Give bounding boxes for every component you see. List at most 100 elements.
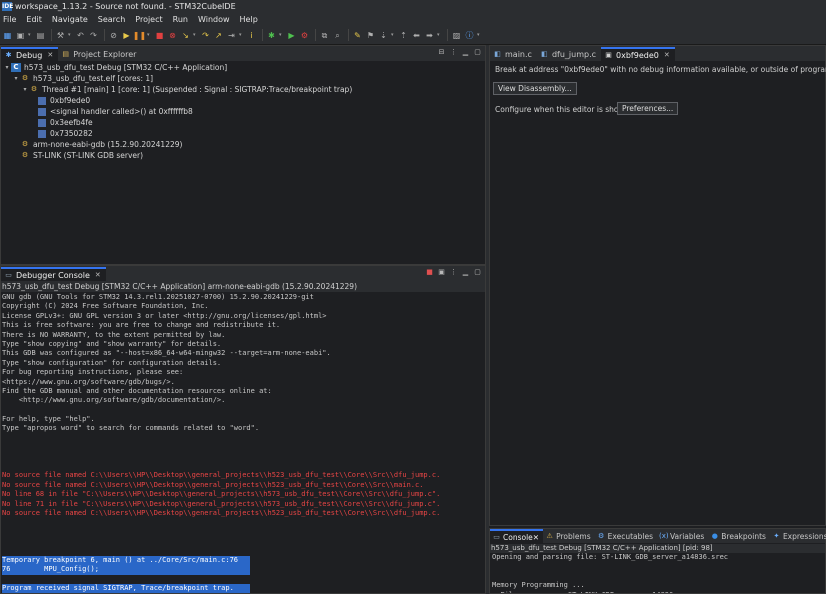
tab-breakpoints[interactable]: ● Breakpoints xyxy=(708,529,770,543)
back-icon[interactable]: ⬅ xyxy=(411,30,422,41)
tree-item[interactable]: ⚙ ST-LINK (ST-LINK GDB server) xyxy=(1,150,485,161)
view-menu-icon[interactable]: ⋮ xyxy=(449,48,458,57)
tab-editor-0xbf9ede0[interactable]: ▣ 0xbf9ede0 ✕ xyxy=(601,47,675,61)
run-icon[interactable]: ▶ xyxy=(286,30,297,41)
menu-navigate[interactable]: Navigate xyxy=(47,15,93,24)
new-icon[interactable]: ▦ xyxy=(2,30,13,41)
redo-icon[interactable]: ↷ xyxy=(88,30,99,41)
disconnect-icon[interactable]: ⊗ xyxy=(167,30,178,41)
close-icon[interactable]: ✕ xyxy=(533,533,539,542)
tree-item[interactable]: 0x3eefb4fe xyxy=(1,117,485,128)
menu-help[interactable]: Help xyxy=(235,15,263,24)
minimize-icon[interactable]: ▁ xyxy=(461,48,470,57)
tab-expressions[interactable]: ✦ Expressions xyxy=(770,529,826,543)
maximize-icon[interactable]: ▢ xyxy=(473,268,482,277)
debugger-console-tabbar: ▭ Debugger Console ✕ xyxy=(1,266,485,281)
tab-editor-main-c[interactable]: ◧ main.c xyxy=(490,47,537,61)
dropdown-arrow-icon[interactable]: ▾ xyxy=(68,32,73,38)
close-icon[interactable]: ✕ xyxy=(47,51,53,59)
dropdown-arrow-icon[interactable]: ▾ xyxy=(391,32,396,38)
external-tools-icon[interactable]: ⚙ xyxy=(299,30,310,41)
tab-editor-dfu-jump-c[interactable]: ◧ dfu_jump.c xyxy=(537,47,601,61)
undo-icon[interactable]: ↶ xyxy=(75,30,86,41)
source-not-found-message: Break at address "0xbf9ede0" with no deb… xyxy=(495,65,826,74)
terminate-icon[interactable]: ■ xyxy=(425,268,434,277)
tree-item-label: 0xbf9ede0 xyxy=(50,96,91,105)
step-return-icon[interactable]: ↗ xyxy=(213,30,224,41)
menu-window[interactable]: Window xyxy=(193,15,235,24)
maximize-icon[interactable]: ▢ xyxy=(473,48,482,57)
view-disassembly-button[interactable]: View Disassembly... xyxy=(493,82,577,95)
dropdown-arrow-icon[interactable]: ▾ xyxy=(193,32,198,38)
debug-view-tools: ⊟ ⋮ ▁ ▢ xyxy=(437,48,482,57)
save-icon[interactable]: ▣ xyxy=(15,30,26,41)
perspective-icon[interactable]: ▨ xyxy=(451,30,462,41)
debug-icon[interactable]: ✱ xyxy=(266,30,277,41)
save-all-icon[interactable]: ▤ xyxy=(35,30,46,41)
collapse-all-icon[interactable]: ⊟ xyxy=(437,48,446,57)
info-icon[interactable]: ⓘ xyxy=(464,30,475,41)
dropdown-arrow-icon[interactable]: ▾ xyxy=(437,32,442,38)
tab-console[interactable]: ▭ Console ✕ xyxy=(490,529,544,543)
dropdown-arrow-icon[interactable]: ▾ xyxy=(147,32,152,38)
close-icon[interactable]: ✕ xyxy=(664,51,670,59)
open-type-icon[interactable]: ⧉ xyxy=(319,30,330,41)
toolbar-separator xyxy=(262,29,263,41)
preferences-button[interactable]: Preferences... xyxy=(617,102,679,115)
tab-problems[interactable]: ⚠ Problems xyxy=(543,529,595,543)
expand-arrow-icon[interactable]: ▾ xyxy=(12,75,20,82)
menu-edit[interactable]: Edit xyxy=(21,15,47,24)
tab-project-explorer[interactable]: ▤ Project Explorer xyxy=(58,47,141,61)
expand-arrow-icon[interactable]: ▾ xyxy=(3,64,11,71)
dropdown-arrow-icon[interactable]: ▾ xyxy=(28,32,33,38)
dropdown-arrow-icon[interactable]: ▾ xyxy=(279,32,284,38)
tree-item[interactable]: ⚙ arm-none-eabi-gdb (15.2.90.20241229) xyxy=(1,139,485,150)
tab-debugger-console[interactable]: ▭ Debugger Console ✕ xyxy=(1,267,106,281)
console-line: Type "show copying" and "show warranty" … xyxy=(2,339,222,348)
tree-item[interactable]: 0xbf9ede0 xyxy=(1,95,485,106)
tab-variables[interactable]: (x) Variables xyxy=(657,529,708,543)
terminate-icon[interactable]: ■ xyxy=(154,30,165,41)
pen-icon[interactable]: ✎ xyxy=(352,30,363,41)
instruction-stepping-icon[interactable]: i xyxy=(246,30,257,41)
dropdown-arrow-icon[interactable]: ▾ xyxy=(239,32,244,38)
menu-run[interactable]: Run xyxy=(168,15,193,24)
tree-item[interactable]: 0x7350282 xyxy=(1,128,485,139)
console-line: 76 MPU_Config(); xyxy=(2,565,250,575)
console-line: No source file named C:\\Users\\HP\\Desk… xyxy=(2,480,424,489)
close-icon[interactable]: ✕ xyxy=(95,271,101,279)
minimize-icon[interactable]: ▁ xyxy=(461,268,470,277)
tree-item[interactable]: ▾ Ch573_usb_dfu_test Debug [STM32 C/C++ A… xyxy=(1,62,485,73)
c-file-icon: ◧ xyxy=(541,49,548,58)
drop-to-frame-icon[interactable]: ⇥ xyxy=(226,30,237,41)
step-into-icon[interactable]: ↘ xyxy=(180,30,191,41)
next-annotation-icon[interactable]: ⇣ xyxy=(378,30,389,41)
menu-project[interactable]: Project xyxy=(130,15,167,24)
debugger-console-output[interactable]: GNU gdb (GNU Tools for STM32 14.3.rel1.2… xyxy=(1,293,485,593)
suspend-icon[interactable]: ❚❚ xyxy=(133,30,146,41)
tree-item[interactable]: <signal handler called>() at 0xffffffb8 xyxy=(1,106,485,117)
console-output[interactable]: Opening and parsing file: ST-LINK_GDB_se… xyxy=(490,553,825,593)
step-over-icon[interactable]: ↷ xyxy=(200,30,211,41)
skip-breakpoints-icon[interactable]: ⊘ xyxy=(108,30,119,41)
prev-annotation-icon[interactable]: ⇡ xyxy=(398,30,409,41)
forward-icon[interactable]: ➡ xyxy=(424,30,435,41)
build-icon[interactable]: ⚒ xyxy=(55,30,66,41)
console-line: <https://www.gnu.org/software/gdb/bugs/>… xyxy=(2,377,175,386)
menu-file[interactable]: File xyxy=(0,15,21,24)
tab-executables[interactable]: ⚙ Executables xyxy=(595,529,657,543)
resume-icon[interactable]: ▶ xyxy=(121,30,132,41)
view-menu-icon[interactable]: ⋮ xyxy=(449,268,458,277)
tab-label: Breakpoints xyxy=(721,531,766,541)
menu-search[interactable]: Search xyxy=(93,15,130,24)
tree-item[interactable]: ▾ ⚙ h573_usb_dfu_test.elf [cores: 1] xyxy=(1,73,485,84)
display-console-icon[interactable]: ▣ xyxy=(437,268,446,277)
expand-arrow-icon[interactable]: ▾ xyxy=(21,86,29,93)
annotation-icon[interactable]: ⚑ xyxy=(365,30,376,41)
tab-debug[interactable]: ✱ Debug ✕ xyxy=(1,47,59,61)
search-icon[interactable]: ⌕ xyxy=(332,30,343,41)
dropdown-arrow-icon[interactable]: ▾ xyxy=(477,32,482,38)
tree-item[interactable]: ▾ ⚙ Thread #1 [main] 1 [core: 1] (Suspende… xyxy=(1,84,485,95)
